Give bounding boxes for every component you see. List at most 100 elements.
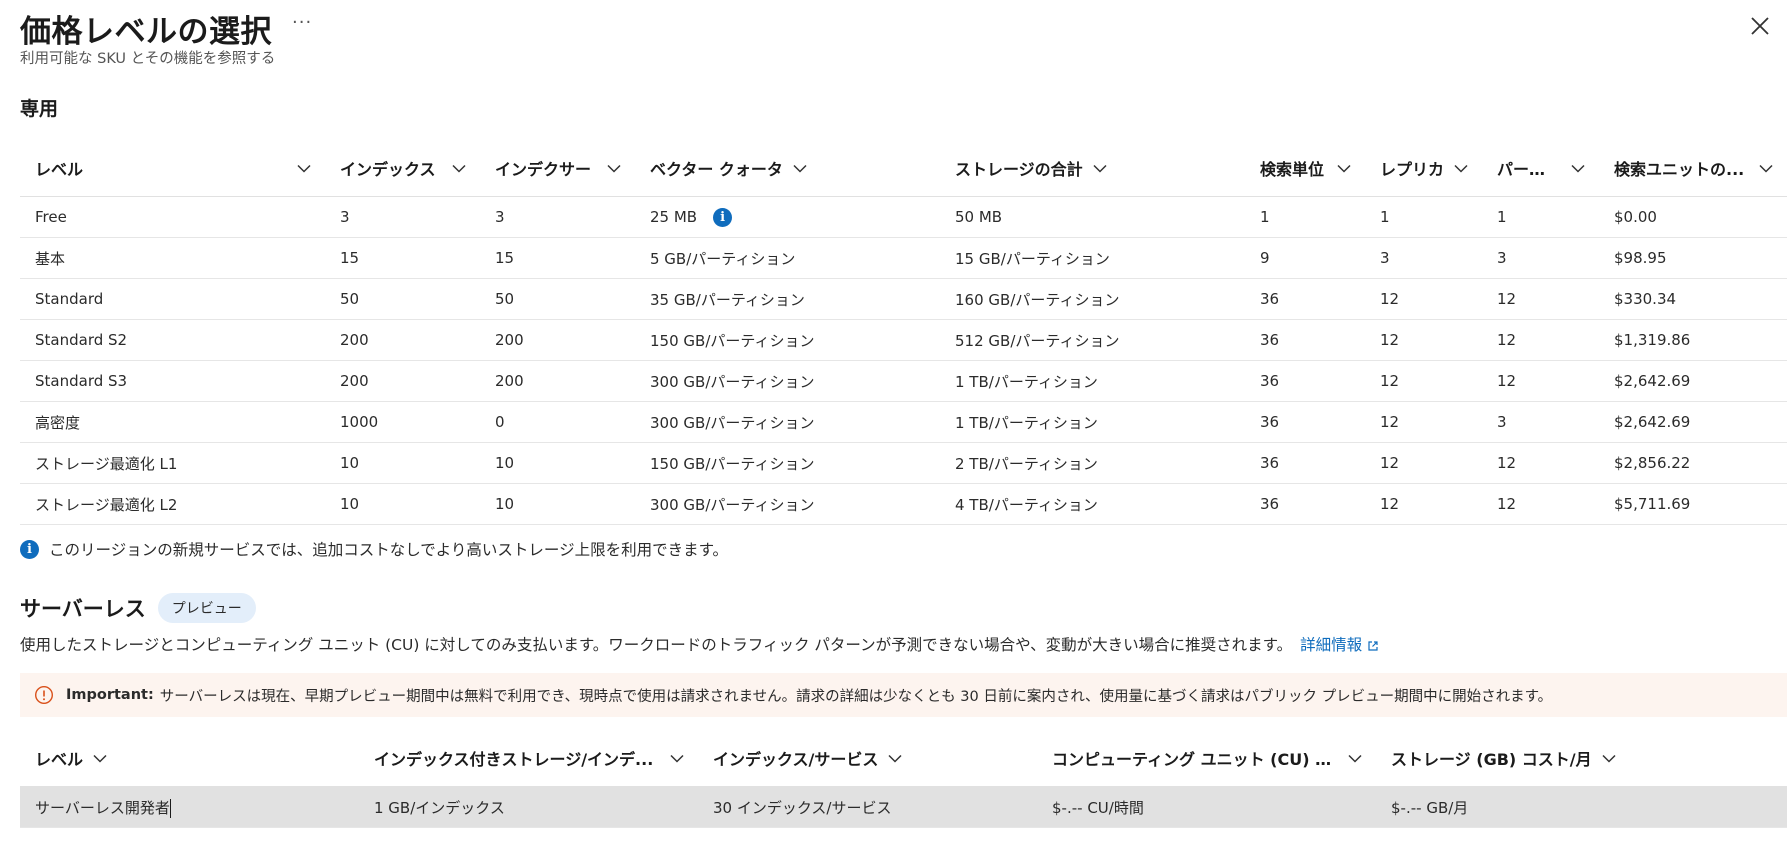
chevron-down-icon bbox=[1759, 164, 1773, 173]
close-icon[interactable] bbox=[1748, 14, 1772, 38]
cell-indexers: 3 bbox=[480, 196, 635, 238]
chevron-down-icon bbox=[93, 754, 107, 763]
cell-vector-quota: 300 GB/パーティション bbox=[635, 483, 940, 525]
cell-vector-quota: 35 GB/パーティション bbox=[635, 278, 940, 320]
cell-partitions: 3 bbox=[1482, 237, 1599, 279]
chevron-down-icon bbox=[1602, 754, 1616, 763]
cell-vector-quota: 150 GB/パーティション bbox=[635, 319, 940, 361]
column-header-storage-cost[interactable]: ストレージ (GB) コスト/月 bbox=[1376, 730, 1787, 787]
cell-storage: 512 GB/パーティション bbox=[940, 319, 1245, 361]
cell-replicas: 1 bbox=[1365, 196, 1482, 238]
cell-vector-quota-value: 25 MB bbox=[650, 207, 698, 226]
cell-search-units: 36 bbox=[1245, 360, 1365, 402]
chevron-down-icon bbox=[452, 164, 466, 173]
external-link-icon bbox=[1368, 640, 1378, 651]
cell-storage: 1 TB/パーティション bbox=[940, 360, 1245, 402]
cell-indexes: 200 bbox=[325, 319, 480, 361]
column-header-label: レベル bbox=[35, 750, 84, 769]
cell-cost: $2,642.69 bbox=[1599, 401, 1787, 443]
more-options-button[interactable]: ··· bbox=[292, 12, 312, 33]
cell-search-units: 36 bbox=[1245, 401, 1365, 443]
cell-indexes: 50 bbox=[325, 278, 480, 320]
column-header-partitions[interactable]: パーテ... bbox=[1482, 140, 1599, 197]
cell-search-units: 9 bbox=[1245, 237, 1365, 279]
column-header-label: インデックス付きストレージ/インデ... bbox=[374, 750, 654, 769]
column-header-cu-cost[interactable]: コンピューティング ユニット (CU) コ... bbox=[1037, 730, 1376, 787]
serverless-tier-table: レベル インデックス付きストレージ/インデ... インデックス/サービス コンピ… bbox=[20, 730, 1787, 828]
cell-replicas: 3 bbox=[1365, 237, 1482, 279]
cell-vector-quota: 150 GB/パーティション bbox=[635, 442, 940, 484]
table-row[interactable]: Standard S3 200 200 300 GB/パーティション 1 TB/… bbox=[20, 360, 1787, 402]
cell-cost: $2,856.22 bbox=[1599, 442, 1787, 484]
cell-level: 高密度 bbox=[20, 401, 325, 443]
column-header-vector-quota[interactable]: ベクター クォータ bbox=[635, 140, 940, 197]
table-row[interactable]: ストレージ最適化 L2 10 10 300 GB/パーティション 4 TB/パー… bbox=[20, 483, 1787, 525]
column-header-indexes[interactable]: インデックス bbox=[325, 140, 480, 197]
cell-replicas: 12 bbox=[1365, 319, 1482, 361]
cell-level: ストレージ最適化 L1 bbox=[20, 442, 325, 484]
cell-level: サーバーレス開発者 bbox=[20, 786, 359, 828]
column-header-label: インデクサー bbox=[495, 160, 592, 179]
cell-partitions: 3 bbox=[1482, 401, 1599, 443]
column-header-label: ベクター クォータ bbox=[650, 160, 783, 179]
serverless-section-title: サーバーレス bbox=[20, 597, 146, 621]
serverless-description-text: 使用したストレージとコンピューティング ユニット (CU) に対してのみ支払いま… bbox=[20, 636, 1293, 654]
table-row[interactable]: 基本 15 15 5 GB/パーティション 15 GB/パーティション 9 3 … bbox=[20, 237, 1787, 279]
cell-level: Standard S3 bbox=[20, 360, 325, 402]
cell-indexers: 10 bbox=[480, 483, 635, 525]
dedicated-section-title: 専用 bbox=[20, 98, 59, 120]
chevron-down-icon bbox=[1337, 164, 1351, 173]
column-header-label: 検索単位 bbox=[1260, 160, 1325, 179]
cell-replicas: 12 bbox=[1365, 442, 1482, 484]
column-header-storage-total[interactable]: ストレージの合計 bbox=[940, 140, 1245, 197]
column-header-replicas[interactable]: レプリカ bbox=[1365, 140, 1482, 197]
table-row[interactable]: Standard 50 50 35 GB/パーティション 160 GB/パーティ… bbox=[20, 278, 1787, 320]
column-header-level[interactable]: レベル bbox=[20, 140, 325, 197]
chevron-down-icon bbox=[607, 164, 621, 173]
cell-replicas: 12 bbox=[1365, 360, 1482, 402]
column-header-label: インデックス bbox=[340, 160, 436, 179]
column-header-search-unit-cost[interactable]: 検索ユニットの... bbox=[1599, 140, 1787, 197]
column-header-label: レベル bbox=[35, 160, 84, 179]
table-row[interactable]: Standard S2 200 200 150 GB/パーティション 512 G… bbox=[20, 319, 1787, 361]
warning-label: Important: bbox=[66, 687, 154, 703]
table-row[interactable]: ストレージ最適化 L1 10 10 150 GB/パーティション 2 TB/パー… bbox=[20, 442, 1787, 484]
learn-more-link[interactable]: 詳細情報 bbox=[1300, 636, 1379, 654]
cell-level: 基本 bbox=[20, 237, 325, 279]
cell-indexers: 200 bbox=[480, 319, 635, 361]
info-icon[interactable]: i bbox=[713, 207, 733, 227]
column-header-label: 検索ユニットの... bbox=[1614, 160, 1745, 179]
page-subtitle: 利用可能な SKU とその機能を参照する bbox=[20, 51, 276, 67]
cell-level: ストレージ最適化 L2 bbox=[20, 483, 325, 525]
column-header-indexers[interactable]: インデクサー bbox=[480, 140, 635, 197]
cell-vector-quota: 5 GB/パーティション bbox=[635, 237, 940, 279]
dedicated-tier-table: レベル インデックス インデクサー ベクター クォータ ストレージの合計 検索単… bbox=[20, 140, 1787, 525]
column-header-level[interactable]: レベル bbox=[20, 730, 359, 787]
cell-partitions: 12 bbox=[1482, 278, 1599, 320]
column-header-search-units[interactable]: 検索単位 bbox=[1245, 140, 1365, 197]
table-row[interactable]: Free 3 3 25 MB i 50 MB 1 1 1 $0.00 bbox=[20, 196, 1787, 238]
cell-storage: 50 MB bbox=[940, 196, 1245, 238]
chevron-down-icon bbox=[1348, 754, 1362, 763]
cell-indexes-per-service: 30 インデックス/サービス bbox=[698, 786, 1037, 828]
cell-vector-quota: 300 GB/パーティション bbox=[635, 401, 940, 443]
cell-cost: $5,711.69 bbox=[1599, 483, 1787, 525]
column-header-indexed-storage[interactable]: インデックス付きストレージ/インデ... bbox=[359, 730, 698, 787]
column-header-label: レプリカ bbox=[1380, 160, 1444, 179]
cell-cost: $98.95 bbox=[1599, 237, 1787, 279]
cell-vector-quota: 25 MB i bbox=[635, 196, 940, 238]
table-row-selected[interactable]: サーバーレス開発者 1 GB/インデックス 30 インデックス/サービス $-.… bbox=[20, 786, 1787, 828]
cell-cost: $2,642.69 bbox=[1599, 360, 1787, 402]
serverless-description: 使用したストレージとコンピューティング ユニット (CU) に対してのみ支払いま… bbox=[20, 633, 1379, 655]
cell-search-units: 36 bbox=[1245, 442, 1365, 484]
column-header-label: ストレージ (GB) コスト/月 bbox=[1391, 750, 1592, 769]
learn-more-label: 詳細情報 bbox=[1300, 636, 1363, 654]
chevron-down-icon bbox=[1571, 164, 1585, 173]
table-row[interactable]: 高密度 1000 0 300 GB/パーティション 1 TB/パーティション 3… bbox=[20, 401, 1787, 443]
cell-indexes: 10 bbox=[325, 483, 480, 525]
warning-text: サーバーレスは現在、早期プレビュー期間中は無料で利用でき、現時点で使用は請求され… bbox=[159, 688, 1553, 705]
column-header-indexes-per-service[interactable]: インデックス/サービス bbox=[698, 730, 1037, 787]
cell-indexes: 3 bbox=[325, 196, 480, 238]
info-icon: i bbox=[20, 539, 39, 559]
cell-replicas: 12 bbox=[1365, 278, 1482, 320]
